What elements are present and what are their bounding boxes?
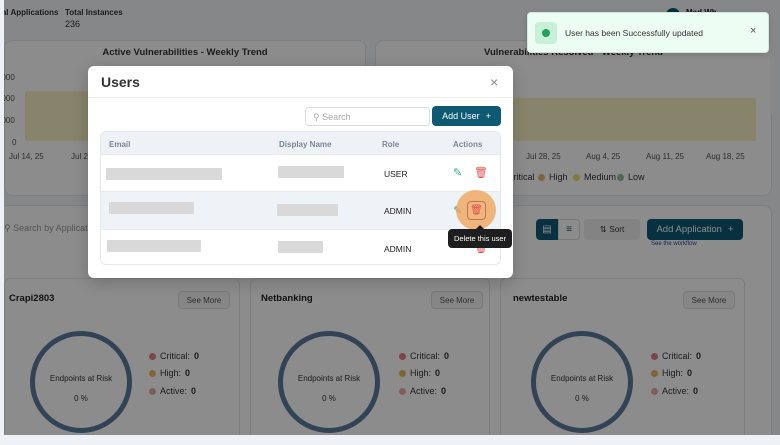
toast-close-icon[interactable]: × [750, 25, 756, 37]
scrollbar[interactable] [770, 14, 774, 114]
email-redacted [107, 240, 201, 252]
tooltip-arrow [476, 225, 484, 229]
table-row[interactable]: ADMIN 🗑 [101, 229, 500, 264]
table-row[interactable]: USER ✎ 🗑 [101, 154, 500, 191]
column-email[interactable]: Email [109, 140, 130, 149]
delete-user-button[interactable]: 🗑 [467, 201, 486, 220]
success-icon-box [535, 22, 557, 44]
toast-message: User has been Successfully updated [565, 28, 703, 38]
delete-tooltip: Delete this user [448, 229, 512, 248]
role: ADMIN [384, 206, 412, 216]
column-role[interactable]: Role [382, 140, 399, 149]
modal-title: Users [101, 74, 140, 90]
display-name-redacted [277, 204, 338, 216]
plus-icon: + [485, 111, 491, 121]
display-name-redacted [278, 166, 344, 178]
column-actions: Actions [453, 140, 483, 149]
add-user-button[interactable]: Add User + [432, 106, 501, 126]
check-circle-icon [542, 29, 550, 37]
table-row[interactable]: ADMIN ✎ 🗑 [101, 190, 500, 230]
role: ADMIN [384, 244, 412, 254]
divider [88, 97, 513, 98]
close-icon[interactable]: × [490, 74, 498, 90]
table-header: Email Display Name Role Actions [101, 132, 500, 154]
user-search-input[interactable]: ⚲ Search [305, 107, 430, 126]
role: USER [384, 169, 408, 179]
success-toast: User has been Successfully updated × [527, 12, 769, 53]
trash-icon: 🗑 [470, 205, 483, 216]
edit-icon[interactable]: ✎ [453, 166, 462, 179]
trash-icon[interactable]: 🗑 [474, 166, 488, 179]
email-redacted [106, 168, 222, 180]
add-user-label: Add User [442, 111, 480, 121]
search-placeholder: Search [322, 112, 351, 122]
column-display-name[interactable]: Display Name [279, 140, 331, 149]
search-icon: ⚲ [313, 112, 320, 122]
users-table: Email Display Name Role Actions USER ✎ 🗑… [100, 131, 501, 265]
dashboard: Total Applications 3 Total Instances 236… [4, 0, 780, 435]
email-redacted [109, 202, 194, 214]
display-name-redacted [278, 241, 323, 253]
